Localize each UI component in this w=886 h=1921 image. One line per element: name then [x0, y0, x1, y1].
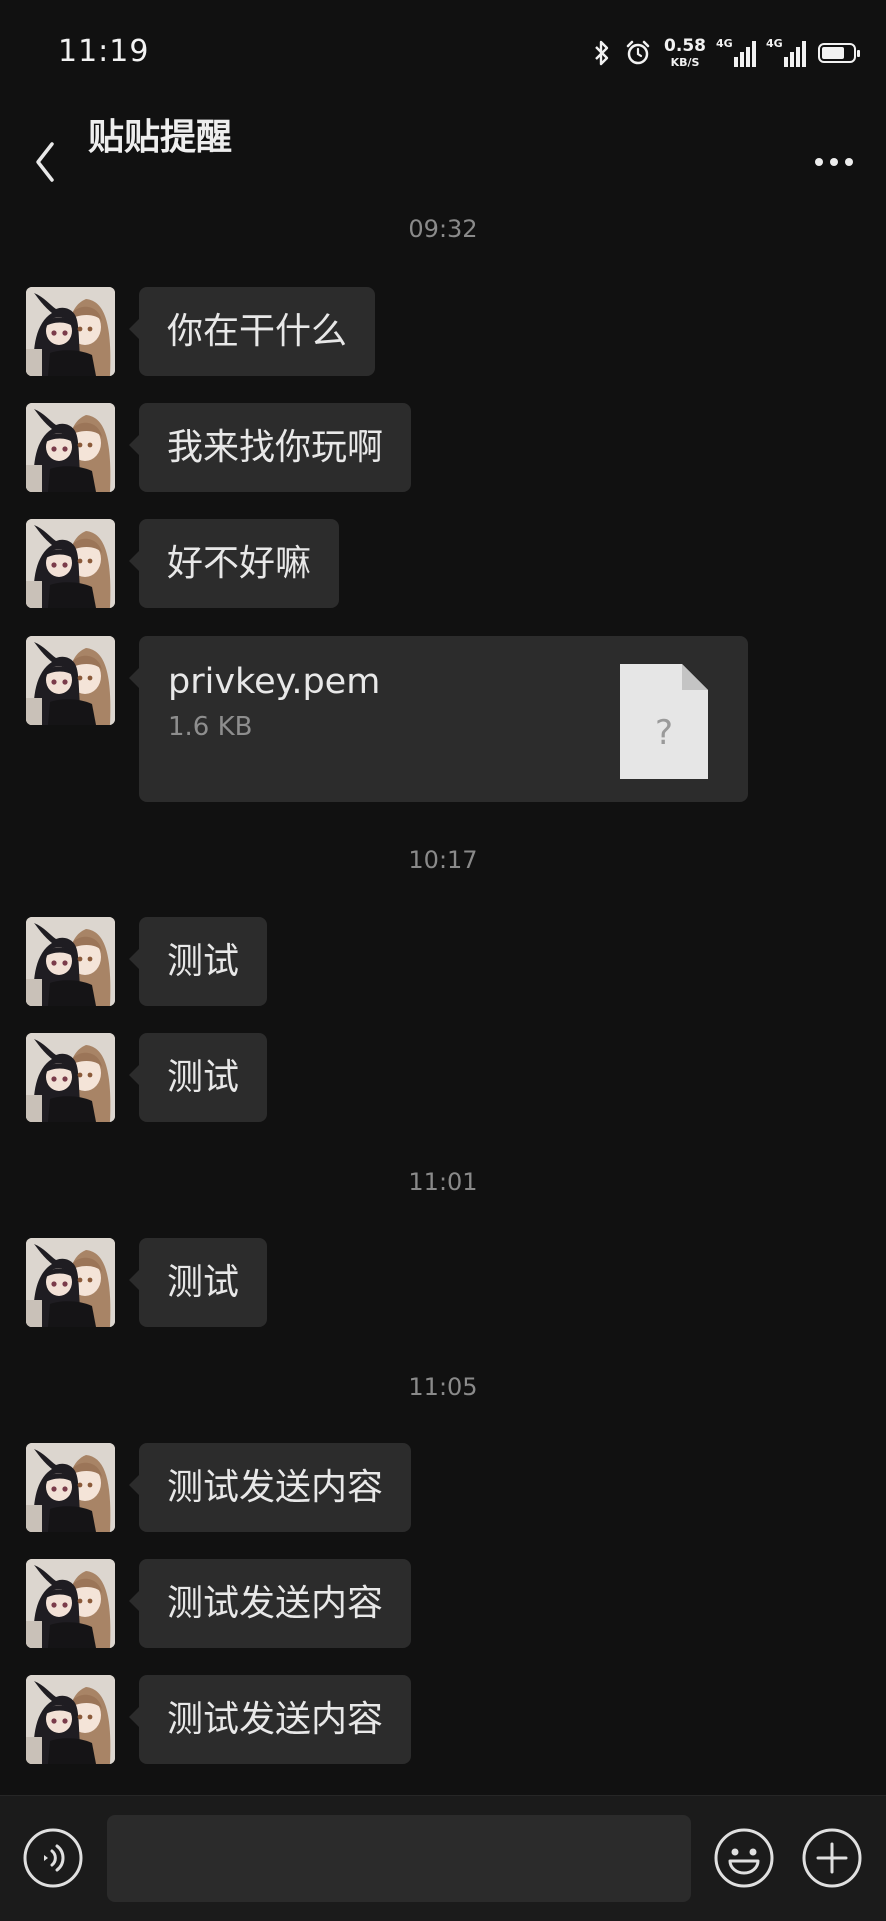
- timestamp: 11:01: [408, 1168, 478, 1196]
- plus-icon[interactable]: [801, 1827, 863, 1889]
- avatar[interactable]: [26, 917, 115, 1006]
- more-dots-icon[interactable]: [804, 132, 864, 192]
- battery-icon: [818, 43, 860, 63]
- avatar[interactable]: [26, 519, 115, 608]
- status-time: 11:19: [58, 34, 150, 69]
- message-bubble[interactable]: 你在干什么: [128, 287, 376, 376]
- message-input[interactable]: [107, 1815, 691, 1902]
- file-size: 1.6 KB: [168, 712, 253, 742]
- timestamp: 10:17: [408, 846, 478, 874]
- avatar[interactable]: [26, 1238, 115, 1327]
- message-bubble[interactable]: 我来找你玩啊: [128, 403, 412, 492]
- sim2-signal-icon: 4G: [766, 37, 806, 67]
- message-bubble[interactable]: 测试: [128, 1238, 268, 1327]
- emoji-icon[interactable]: [713, 1827, 775, 1889]
- avatar[interactable]: [26, 403, 115, 492]
- page-title: 贴贴提醒: [88, 117, 233, 158]
- network-speed-value: 0.58: [664, 36, 706, 56]
- avatar[interactable]: [26, 1443, 115, 1532]
- voice-input-icon[interactable]: [22, 1827, 84, 1889]
- alarm-icon: [626, 40, 650, 65]
- file-message[interactable]: privkey.pem 1.6 KB ?: [129, 636, 748, 802]
- timestamp: 11:05: [408, 1373, 478, 1401]
- message-bubble[interactable]: 测试发送内容: [128, 1443, 412, 1532]
- chevron-left-icon[interactable]: [22, 132, 82, 192]
- avatar[interactable]: [26, 1559, 115, 1648]
- avatar[interactable]: [26, 1033, 115, 1122]
- sim1-signal-icon: 4G: [716, 37, 756, 67]
- message-bubble[interactable]: 测试发送内容: [128, 1675, 412, 1764]
- file-name: privkey.pem: [168, 662, 381, 702]
- network-speed: 0.58 KB/S: [664, 36, 706, 69]
- status-bar: 11:19 0.58 KB/S 4G 4G: [0, 0, 886, 108]
- network-speed-unit: KB/S: [670, 56, 700, 69]
- sim1-label: 4G: [716, 37, 733, 50]
- sim2-label: 4G: [766, 37, 783, 50]
- battery-level: [822, 47, 844, 59]
- message-bubble[interactable]: 测试: [128, 917, 268, 1006]
- message-bubble[interactable]: 好不好嘛: [128, 519, 340, 608]
- avatar[interactable]: [26, 287, 115, 376]
- bluetooth-icon: [595, 40, 609, 66]
- avatar[interactable]: [26, 1675, 115, 1764]
- unknown-file-icon: ?: [620, 664, 708, 779]
- status-icons: 0.58 KB/S 4G 4G: [592, 36, 860, 70]
- message-bubble[interactable]: 测试发送内容: [128, 1559, 412, 1648]
- input-bar: [0, 1795, 886, 1921]
- avatar[interactable]: [26, 636, 115, 725]
- file-icon-glyph: ?: [655, 713, 673, 753]
- timestamp: 09:32: [408, 215, 478, 243]
- message-bubble[interactable]: 测试: [128, 1033, 268, 1122]
